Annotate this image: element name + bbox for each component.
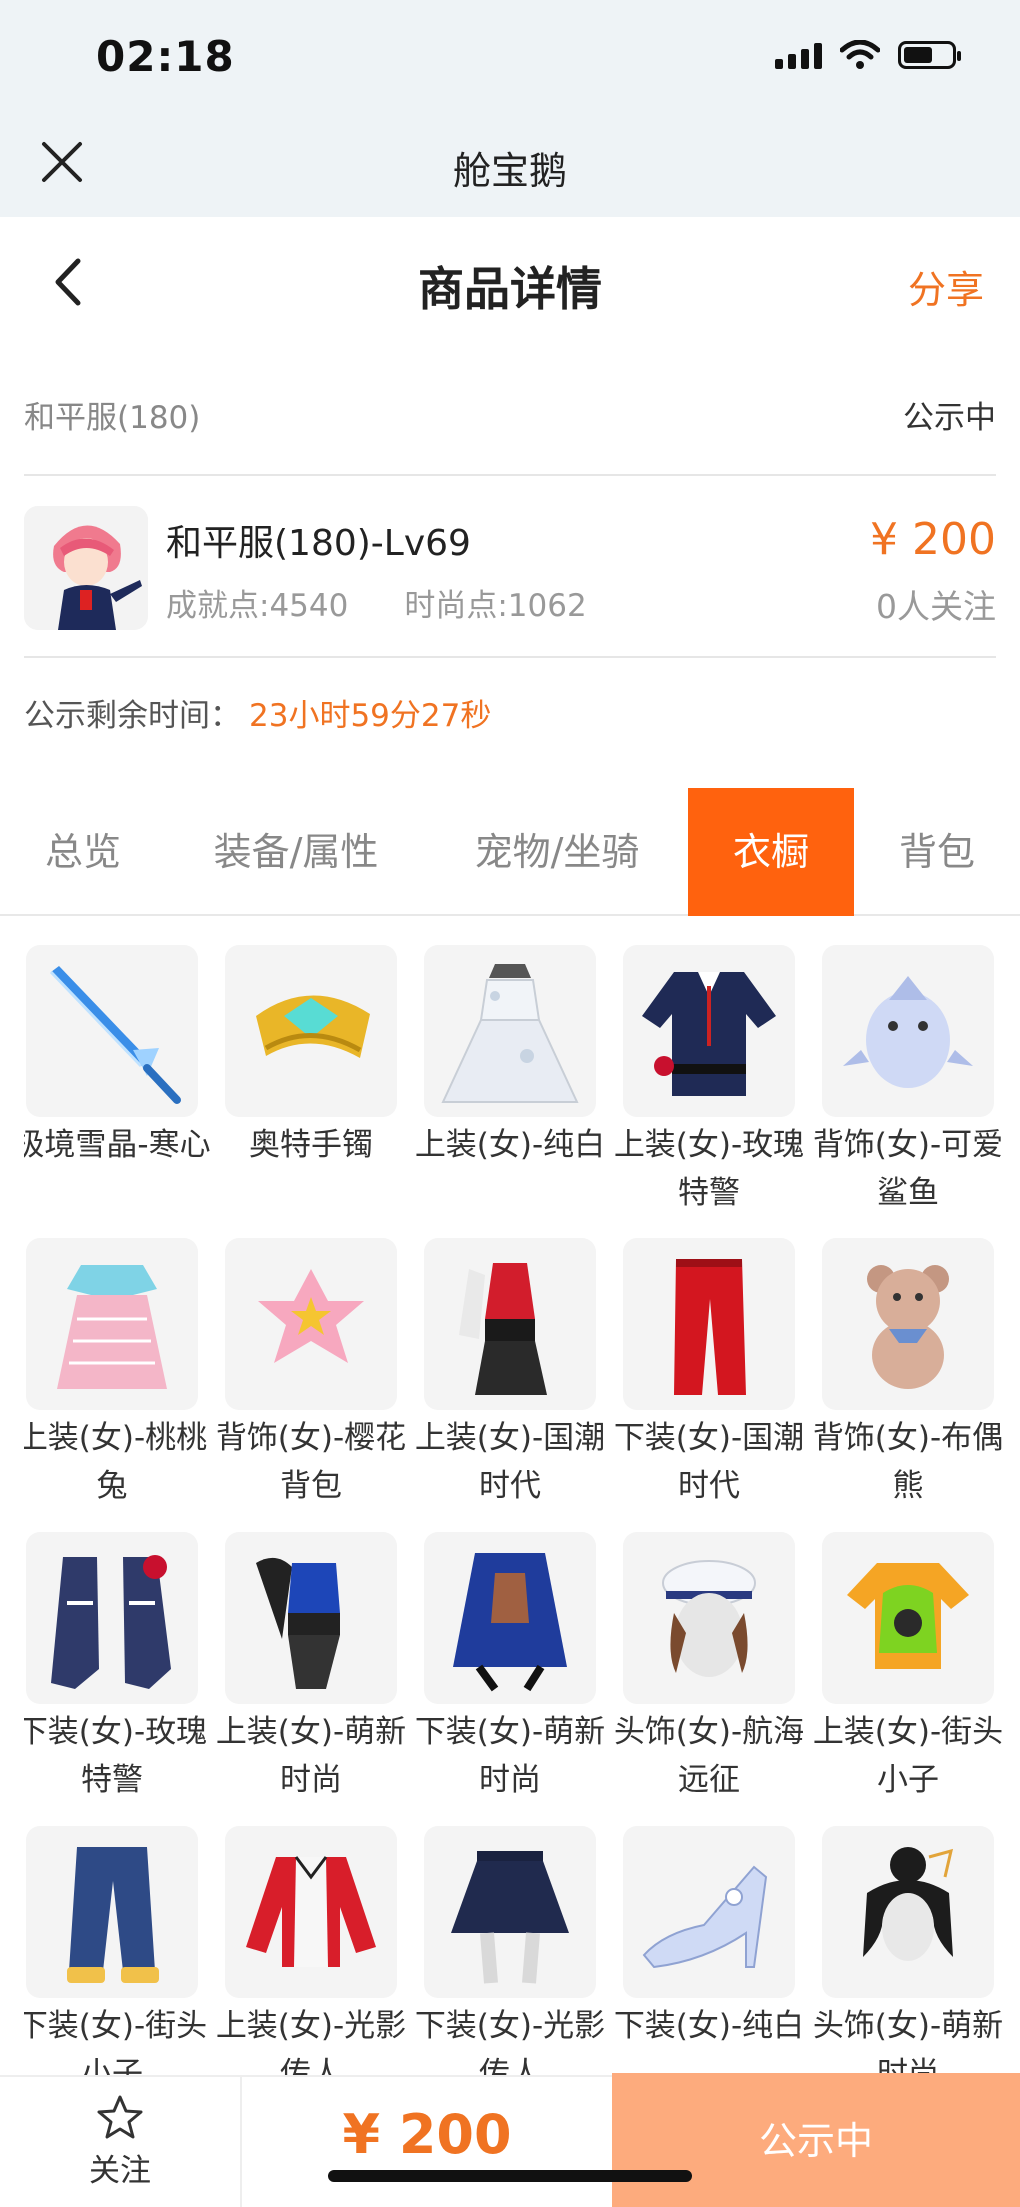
tab-pets[interactable]: 宠物/坐骑 bbox=[426, 788, 688, 916]
wardrobe-item-label: 上装(女)-国潮时代 bbox=[414, 1420, 606, 1504]
share-button[interactable]: 分享 bbox=[908, 259, 984, 314]
wardrobe-item-label: 下装(女)-玫瑰特警 bbox=[24, 1714, 208, 1798]
product-summary[interactable]: 和平服(180)-Lv69 成就点:4540 时尚点:1062 ¥ 200 0人… bbox=[24, 478, 996, 658]
wardrobe-item-label: 下装(女)-街头小子 bbox=[24, 2008, 208, 2075]
red-pants-icon bbox=[623, 1238, 795, 1410]
wardrobe-item[interactable]: 下装(女)-玫瑰特警 bbox=[24, 1532, 207, 1826]
white-dress-icon bbox=[424, 945, 596, 1117]
wardrobe-item[interactable]: 极境雪晶-寒心 bbox=[24, 945, 211, 1239]
battery-icon bbox=[898, 41, 961, 69]
follower-count: 0人关注 bbox=[876, 587, 996, 626]
countdown: 公示剩余时间： 23小时59分27秒 bbox=[24, 690, 491, 735]
pink-dress-icon bbox=[26, 1238, 198, 1410]
status-time: 02:18 bbox=[96, 32, 235, 81]
signal-icon bbox=[775, 41, 822, 69]
wardrobe-item[interactable]: 下装(女)-街头小子 bbox=[24, 1826, 207, 2075]
wardrobe-item-label: 头饰(女)-萌新时尚 bbox=[812, 2008, 1004, 2075]
wardrobe-item-label: 上装(女)-桃桃兔 bbox=[24, 1420, 208, 1504]
listing-state: 公示中 bbox=[903, 400, 996, 436]
navy-skirt-icon bbox=[424, 1826, 596, 1998]
app-top-bar: 02:18 舱宝鹅 bbox=[0, 0, 1020, 217]
wardrobe-item[interactable]: 上装(女)-国潮时代 bbox=[415, 1238, 605, 1532]
listing-status-button[interactable]: 公示中 bbox=[612, 2073, 1020, 2207]
wardrobe-item-label: 背饰(女)-樱花背包 bbox=[215, 1420, 407, 1504]
tab-overview[interactable]: 总览 bbox=[0, 788, 166, 916]
wardrobe-item-label: 下装(女)-光影传人 bbox=[414, 2008, 606, 2075]
wardrobe-item[interactable]: 背饰(女)-樱花背包 bbox=[216, 1238, 406, 1532]
server-row: 和平服(180) 公示中 bbox=[24, 380, 996, 476]
wardrobe-item[interactable]: 下装(女)-光影传人 bbox=[415, 1826, 605, 2075]
wardrobe-item-label: 奥特手镯 bbox=[249, 1127, 373, 1163]
product-stats: 成就点:4540 时尚点:1062 bbox=[166, 580, 587, 625]
police-jacket-icon bbox=[623, 945, 795, 1117]
wardrobe-item[interactable]: 头饰(女)-航海远征 bbox=[614, 1532, 804, 1826]
home-indicator bbox=[328, 2170, 692, 2182]
tab-wardrobe[interactable]: 衣橱 bbox=[688, 788, 854, 916]
character-avatar bbox=[24, 506, 148, 630]
teddy-bear-icon bbox=[822, 1238, 994, 1410]
wardrobe-item[interactable]: 上装(女)-街头小子 bbox=[813, 1532, 1003, 1826]
wardrobe-item-label: 上装(女)-街头小子 bbox=[812, 1714, 1004, 1798]
ice-sword-icon bbox=[26, 945, 198, 1117]
sakura-bag-icon bbox=[225, 1238, 397, 1410]
sailor-hat-icon bbox=[623, 1532, 795, 1704]
shark-backpack-icon bbox=[822, 945, 994, 1117]
wardrobe-item-label: 下装(女)-纯白 bbox=[613, 2008, 805, 2044]
wardrobe-item[interactable]: 下装(女)-萌新时尚 bbox=[415, 1532, 605, 1826]
heel-shoe-icon bbox=[623, 1826, 795, 1998]
wardrobe-grid: 极境雪晶-寒心 奥特手镯 上装(女)-纯白 上装(女)-玫瑰特警 背饰(女)-可… bbox=[24, 945, 1004, 2075]
app-title: 舱宝鹅 bbox=[452, 149, 567, 193]
follow-label: 关注 bbox=[89, 2153, 151, 2189]
tab-equipment[interactable]: 装备/属性 bbox=[166, 788, 426, 916]
jeans-icon bbox=[26, 1826, 198, 1998]
wardrobe-item[interactable]: 奥特手镯 bbox=[223, 945, 399, 1239]
status-icons bbox=[775, 40, 961, 70]
achievement-points: 成就点:4540 bbox=[166, 588, 349, 624]
countdown-label: 公示剩余时间： bbox=[24, 698, 241, 734]
gold-bracelet-icon bbox=[225, 945, 397, 1117]
wardrobe-item[interactable]: 上装(女)-纯白 bbox=[415, 945, 605, 1239]
page-header: 商品详情 分享 bbox=[0, 217, 1020, 347]
red-jacket-icon bbox=[225, 1826, 397, 1998]
wardrobe-item[interactable]: 上装(女)-光影传人 bbox=[216, 1826, 406, 2075]
boots-icon bbox=[26, 1532, 198, 1704]
star-icon bbox=[97, 2095, 143, 2139]
wardrobe-item[interactable]: 背饰(女)-布偶熊 bbox=[813, 1238, 1003, 1532]
wardrobe-item-label: 上装(女)-萌新时尚 bbox=[215, 1714, 407, 1798]
wardrobe-item-label: 背饰(女)-布偶熊 bbox=[812, 1420, 1004, 1504]
page-title: 商品详情 bbox=[418, 262, 602, 316]
follow-button[interactable]: 关注 bbox=[0, 2077, 242, 2207]
product-name: 和平服(180)-Lv69 bbox=[166, 523, 471, 564]
blue-top-icon bbox=[225, 1532, 397, 1704]
fashion-points: 时尚点:1062 bbox=[404, 588, 587, 624]
wardrobe-item[interactable]: 上装(女)-桃桃兔 bbox=[24, 1238, 207, 1532]
product-price: ¥ 200 bbox=[870, 514, 996, 565]
server-name: 和平服(180) bbox=[24, 400, 201, 436]
wardrobe-item-label: 头饰(女)-航海远征 bbox=[613, 1714, 805, 1798]
countdown-value: 23小时59分27秒 bbox=[249, 698, 492, 734]
wardrobe-item-label: 背饰(女)-可爱鲨鱼 bbox=[812, 1127, 1004, 1211]
wardrobe-item-label: 上装(女)-光影传人 bbox=[215, 2008, 407, 2075]
wardrobe-item-label: 下装(女)-萌新时尚 bbox=[414, 1714, 606, 1798]
street-tee-icon bbox=[822, 1532, 994, 1704]
wifi-icon bbox=[840, 40, 880, 69]
wardrobe-item-label: 极境雪晶-寒心 bbox=[24, 1127, 211, 1163]
wardrobe-item[interactable]: 下装(女)-国潮时代 bbox=[614, 1238, 804, 1532]
detail-tabs: 总览 装备/属性 宠物/坐骑 衣橱 背包 bbox=[0, 788, 1020, 916]
wardrobe-item-label: 下装(女)-国潮时代 bbox=[613, 1420, 805, 1504]
red-top-icon bbox=[424, 1238, 596, 1410]
wardrobe-item-label: 上装(女)-纯白 bbox=[414, 1127, 606, 1163]
wardrobe-item-label: 上装(女)-玫瑰特警 bbox=[613, 1127, 805, 1211]
tab-backpack[interactable]: 背包 bbox=[854, 788, 1020, 916]
blue-skirt-icon bbox=[424, 1532, 596, 1704]
wardrobe-item[interactable]: 头饰(女)-萌新时尚 bbox=[813, 1826, 1003, 2075]
bottom-price: ¥ 200 bbox=[342, 2103, 512, 2166]
wardrobe-item[interactable]: 下装(女)-纯白 bbox=[614, 1826, 804, 2075]
wardrobe-item[interactable]: 上装(女)-萌新时尚 bbox=[216, 1532, 406, 1826]
wardrobe-item[interactable]: 背饰(女)-可爱鲨鱼 bbox=[813, 945, 1003, 1239]
wardrobe-item[interactable]: 上装(女)-玫瑰特警 bbox=[614, 945, 804, 1239]
bottom-action-bar: 关注 ¥ 200 公示中 bbox=[0, 2073, 1020, 2207]
hair-bun-icon bbox=[822, 1826, 994, 1998]
